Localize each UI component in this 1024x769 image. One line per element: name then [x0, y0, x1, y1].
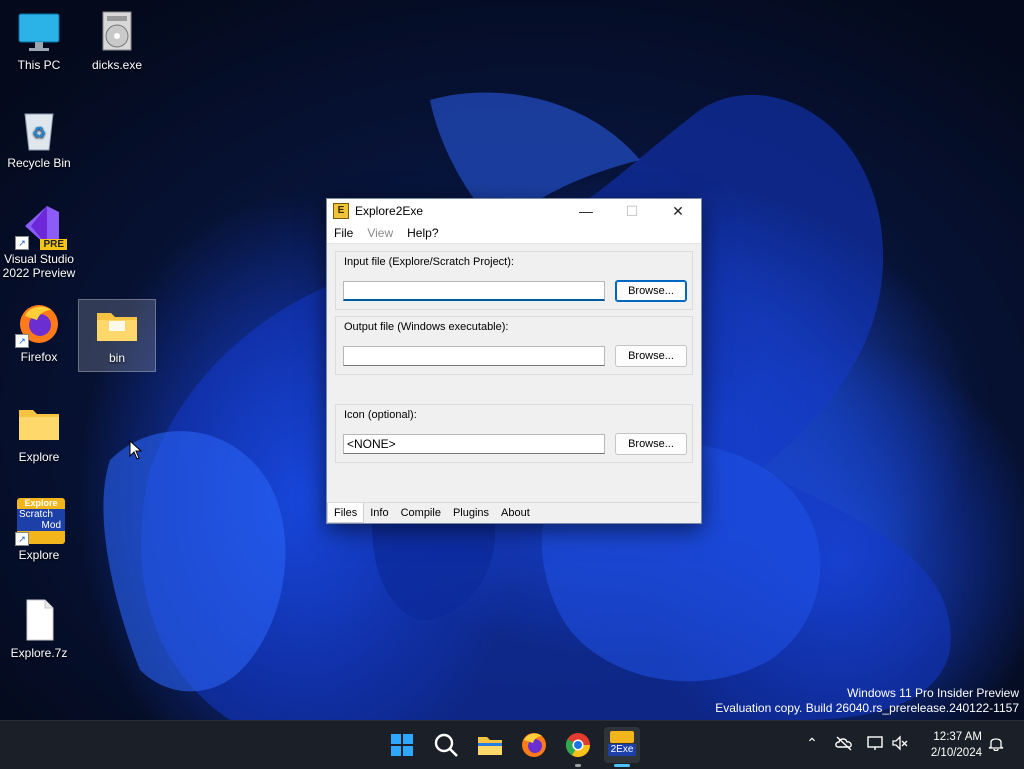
mouse-cursor-icon: [129, 440, 143, 460]
explore2exe-icon[interactable]: 2Exe: [604, 727, 640, 767]
visual-studio-icon: PRE ↗: [15, 204, 67, 250]
svg-text:♻: ♻: [32, 125, 46, 142]
explore2exe-window: E Explore2Exe — ☐ ✕ File View Help? Inpu…: [326, 198, 702, 524]
chrome-icon[interactable]: [562, 729, 594, 767]
desktop-icon-this-pc[interactable]: This PC: [1, 10, 77, 72]
pre-badge: PRE: [40, 239, 67, 250]
output-browse-button[interactable]: Browse...: [615, 345, 687, 367]
output-file-label: Output file (Windows executable):: [344, 321, 509, 333]
desktop-icon-dicks-exe[interactable]: dicks.exe: [79, 10, 155, 72]
icon-field[interactable]: <NONE>: [343, 434, 605, 454]
volume-muted-icon[interactable]: [890, 735, 910, 754]
chevron-up-icon[interactable]: ⌃: [802, 735, 822, 752]
explore2exe-taskbar-label: 2Exe: [608, 744, 636, 756]
tab-compile[interactable]: Compile: [395, 503, 447, 523]
desktop-icon-recycle-bin[interactable]: ♻ Recycle Bin: [1, 108, 77, 170]
folder-icon: [95, 303, 139, 347]
firefox-icon: ↗: [15, 302, 61, 348]
shortcut-arrow-icon: ↗: [15, 236, 29, 250]
close-button[interactable]: ✕: [655, 199, 701, 223]
icon-label: Icon (optional):: [344, 409, 417, 421]
window-title: Explore2Exe: [355, 204, 424, 218]
desktop-icon-firefox[interactable]: ↗ Firefox: [1, 302, 77, 364]
tab-files[interactable]: Files: [327, 503, 365, 523]
desktop-icon-visual-studio[interactable]: PRE ↗ Visual Studio 2022 Preview: [1, 204, 77, 280]
taskbar: 2Exe ⌃ 12:37 AM 2/10/2024: [0, 720, 1024, 769]
monitor-icon: [17, 10, 61, 54]
input-file-label: Input file (Explore/Scratch Project):: [344, 256, 514, 268]
app-icon: E: [333, 203, 349, 219]
firefox-icon[interactable]: [518, 729, 550, 761]
minimize-button[interactable]: —: [563, 199, 609, 223]
clock-time: 12:37 AM: [933, 731, 982, 743]
shortcut-arrow-icon: ↗: [15, 532, 29, 546]
input-browse-button[interactable]: Browse...: [615, 280, 687, 302]
maximize-button[interactable]: ☐: [609, 199, 655, 223]
scratch-mod-icon: Explore Scratch Mod ↗: [15, 498, 65, 546]
title-bar[interactable]: E Explore2Exe — ☐ ✕: [327, 199, 701, 223]
icon-browse-button[interactable]: Browse...: [615, 433, 687, 455]
recycle-bin-icon: ♻: [17, 108, 61, 152]
tab-info[interactable]: Info: [364, 503, 394, 523]
desktop-icon-explore-7z[interactable]: Explore.7z: [1, 598, 77, 660]
output-file-group: Output file (Windows executable): Browse…: [335, 316, 693, 375]
clock[interactable]: 12:37 AM 2/10/2024: [931, 729, 982, 761]
menu-help[interactable]: Help?: [400, 226, 445, 240]
menu-file[interactable]: File: [327, 226, 360, 240]
tab-strip: Files Info Compile Plugins About: [327, 502, 699, 523]
onedrive-icon[interactable]: [834, 735, 854, 754]
start-icon[interactable]: [386, 729, 418, 761]
search-icon[interactable]: [430, 729, 462, 761]
file-icon: [17, 598, 61, 642]
input-file-group: Input file (Explore/Scratch Project): Br…: [335, 251, 693, 310]
icon-group: Icon (optional): <NONE> Browse...: [335, 404, 693, 463]
watermark-line2: Evaluation copy. Build 26040.rs_prerelea…: [715, 701, 1019, 715]
desktop-icon-explore-shortcut[interactable]: Explore Scratch Mod ↗ Explore: [1, 498, 77, 562]
tab-about[interactable]: About: [495, 503, 536, 523]
menu-view[interactable]: View: [360, 226, 400, 240]
menu-bar: File View Help?: [327, 223, 701, 244]
output-file-field[interactable]: [343, 346, 605, 366]
network-icon[interactable]: [866, 735, 886, 754]
installer-icon: [95, 10, 139, 54]
notification-bell-icon[interactable]: [986, 735, 1006, 754]
shortcut-arrow-icon: ↗: [15, 334, 29, 348]
watermark-line1: Windows 11 Pro Insider Preview: [847, 686, 1019, 700]
file-explorer-icon[interactable]: [474, 729, 506, 761]
input-file-field[interactable]: [343, 281, 605, 301]
folder-icon: [17, 402, 61, 446]
desktop-icon-explore-folder[interactable]: Explore: [1, 402, 77, 464]
tab-plugins[interactable]: Plugins: [447, 503, 495, 523]
clock-date: 2/10/2024: [930, 747, 982, 759]
desktop-icon-bin[interactable]: bin: [78, 299, 156, 372]
